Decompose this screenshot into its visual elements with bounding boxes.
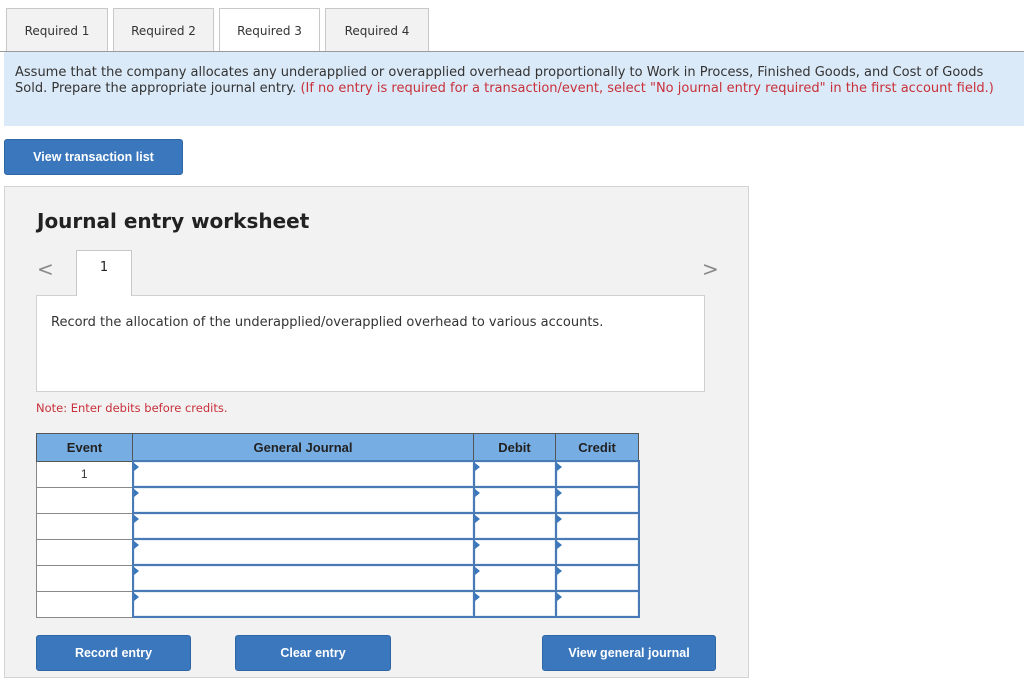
header-event: Event [36, 433, 133, 462]
debit-field[interactable] [472, 590, 557, 618]
input-marker-icon [556, 463, 562, 471]
table-row [36, 538, 640, 566]
header-general-journal: General Journal [132, 433, 474, 462]
input-marker-icon [474, 463, 480, 471]
table-row [36, 512, 640, 540]
clear-entry-button[interactable]: Clear entry [235, 635, 391, 671]
debit-field[interactable] [472, 460, 557, 488]
event-cell: 1 [36, 460, 133, 488]
tab-required-3[interactable]: Required 3 [219, 8, 320, 53]
debit-input[interactable] [474, 592, 555, 616]
credit-input[interactable] [556, 540, 638, 564]
entry-tab-1[interactable]: 1 [76, 250, 132, 296]
credit-input[interactable] [556, 592, 638, 616]
dropdown-marker-icon [133, 515, 139, 523]
debit-field[interactable] [472, 564, 557, 592]
debit-input[interactable] [474, 488, 555, 512]
account-field[interactable] [131, 590, 475, 618]
input-marker-icon [474, 567, 480, 575]
account-field[interactable] [131, 564, 475, 592]
account-input[interactable] [133, 514, 473, 538]
entry-description-text: Record the allocation of the underapplie… [51, 315, 604, 330]
account-input[interactable] [133, 566, 473, 590]
credit-field[interactable] [554, 486, 640, 514]
table-row [36, 486, 640, 514]
credit-field[interactable] [554, 564, 640, 592]
requirement-tabs: Required 1 Required 2 Required 3 Require… [6, 8, 434, 53]
input-marker-icon [556, 567, 562, 575]
credit-input[interactable] [556, 566, 638, 590]
view-transaction-list-button[interactable]: View transaction list [4, 139, 183, 175]
event-cell [36, 564, 133, 592]
tab-required-2[interactable]: Required 2 [113, 8, 214, 52]
input-marker-icon [474, 515, 480, 523]
event-cell [36, 512, 133, 540]
header-credit: Credit [555, 433, 639, 462]
account-input[interactable] [133, 462, 473, 486]
event-cell [36, 538, 133, 566]
input-marker-icon [556, 593, 562, 601]
debits-note: Note: Enter debits before credits. [36, 401, 228, 415]
debit-input[interactable] [474, 540, 555, 564]
event-cell [36, 590, 133, 618]
worksheet-title: Journal entry worksheet [37, 209, 310, 233]
account-field[interactable] [131, 538, 475, 566]
credit-input[interactable] [556, 514, 638, 538]
input-marker-icon [556, 489, 562, 497]
debit-input[interactable] [474, 514, 555, 538]
view-general-journal-button[interactable]: View general journal [542, 635, 716, 671]
input-marker-icon [474, 541, 480, 549]
event-cell [36, 486, 133, 514]
account-input[interactable] [133, 592, 473, 616]
account-field[interactable] [131, 460, 475, 488]
dropdown-marker-icon [133, 567, 139, 575]
credit-field[interactable] [554, 512, 640, 540]
dropdown-marker-icon [133, 593, 139, 601]
input-marker-icon [556, 515, 562, 523]
dropdown-marker-icon [133, 541, 139, 549]
debit-field[interactable] [472, 538, 557, 566]
input-marker-icon [556, 541, 562, 549]
account-field[interactable] [131, 512, 475, 540]
account-input[interactable] [133, 488, 473, 512]
chevron-right-icon[interactable]: > [702, 257, 719, 281]
credit-input[interactable] [556, 488, 638, 512]
table-header-row: Event General Journal Debit Credit [36, 433, 639, 462]
entry-description: Record the allocation of the underapplie… [36, 295, 705, 392]
journal-entry-worksheet: Journal entry worksheet < > 1 Record the… [4, 186, 749, 678]
debit-input[interactable] [474, 462, 555, 486]
account-field[interactable] [131, 486, 475, 514]
credit-field[interactable] [554, 460, 640, 488]
table-row: 1 [36, 460, 640, 488]
credit-input[interactable] [556, 462, 638, 486]
record-entry-button[interactable]: Record entry [36, 635, 191, 671]
dropdown-marker-icon [133, 489, 139, 497]
journal-table: Event General Journal Debit Credit 1 [36, 433, 640, 618]
input-marker-icon [474, 489, 480, 497]
input-marker-icon [474, 593, 480, 601]
debit-field[interactable] [472, 512, 557, 540]
dropdown-marker-icon [133, 463, 139, 471]
credit-field[interactable] [554, 538, 640, 566]
instructions-hint: (If no entry is required for a transacti… [300, 81, 994, 96]
debit-field[interactable] [472, 486, 557, 514]
debit-input[interactable] [474, 566, 555, 590]
tab-required-1[interactable]: Required 1 [6, 8, 108, 52]
header-debit: Debit [473, 433, 556, 462]
instructions-box: Assume that the company allocates any un… [4, 52, 1024, 126]
table-row [36, 564, 640, 592]
chevron-left-icon[interactable]: < [37, 257, 54, 281]
account-input[interactable] [133, 540, 473, 564]
table-row [36, 590, 640, 618]
tab-required-4[interactable]: Required 4 [325, 8, 429, 52]
credit-field[interactable] [554, 590, 640, 618]
